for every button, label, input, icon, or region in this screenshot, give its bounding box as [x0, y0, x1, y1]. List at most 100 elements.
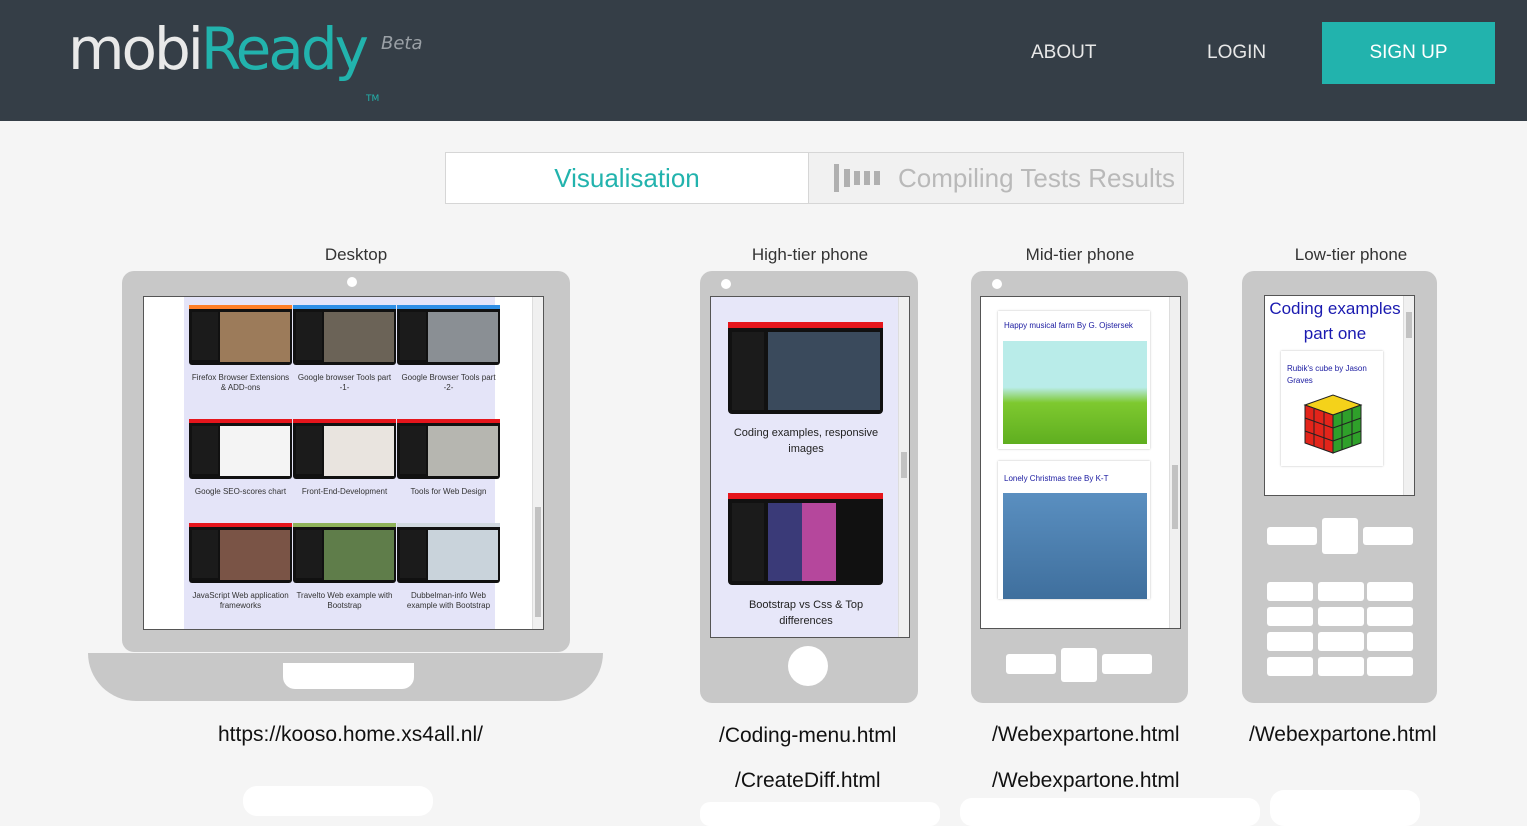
thumbnail-image — [293, 419, 396, 479]
desktop-thumbnail-card[interactable]: Firefox Browser Extensions & ADD-ons — [189, 305, 292, 395]
brand-logo[interactable]: mobiReady TM — [68, 14, 379, 104]
thumbnail-topbar — [189, 419, 292, 423]
desktop-thumbnail-card[interactable]: Front-End-Development — [293, 419, 396, 509]
desktop-preview-scrollbar[interactable] — [532, 297, 543, 629]
laptop-camera — [347, 277, 357, 287]
thumb-col-a — [768, 503, 802, 581]
thumb-menu — [732, 332, 764, 410]
scrollbar-thumb[interactable] — [535, 507, 541, 617]
thumb-topbar — [728, 322, 883, 328]
keypad-key — [1367, 632, 1413, 651]
thumbnail-picture — [428, 530, 498, 580]
high-tier-label: High-tier phone — [751, 245, 869, 264]
keypad-key — [1367, 607, 1413, 626]
scribble-mark — [700, 802, 940, 826]
tab-compiling-label: Compiling Tests Results — [898, 163, 1175, 193]
low-preview-scrollbar[interactable] — [1403, 296, 1414, 495]
thumbnail-picture — [324, 426, 394, 476]
tab-visualisation[interactable]: Visualisation — [446, 153, 809, 203]
thumbnail-menu — [192, 312, 218, 360]
mid-tier-label: Mid-tier phone — [1025, 245, 1135, 264]
desktop-thumbnail-card[interactable]: Travelto Web example with Bootstrap — [293, 523, 396, 613]
trademark-mark: TM — [366, 94, 380, 104]
desktop-label: Desktop — [324, 245, 388, 264]
mid-tier-preview-screen[interactable]: Happy musical farm By G. Ojstersek Lonel… — [980, 296, 1181, 629]
rubiks-cube-card[interactable]: Rubik's cube by Jason Graves — [1281, 351, 1383, 466]
thumbnail-caption: Dubbelman-info Web example with Bootstra… — [406, 591, 491, 610]
thumbnail-picture — [220, 530, 290, 580]
laptop-notch — [283, 663, 414, 689]
mid-phone-soft-key-left — [1006, 654, 1056, 674]
high-card-caption-1: Coding examples, responsive images — [733, 427, 879, 455]
desktop-thumbnail-card[interactable]: Google browser Tools part -1- — [293, 305, 396, 395]
keypad-key — [1267, 632, 1313, 651]
low-phone-soft-key-right — [1363, 527, 1413, 545]
nav-about-link[interactable]: ABOUT — [1031, 42, 1096, 64]
thumbnail-topbar — [189, 305, 292, 309]
keypad-key — [1367, 582, 1413, 601]
thumbnail-topbar — [189, 523, 292, 527]
coding-examples-thumbnail[interactable] — [728, 322, 883, 414]
thumbnail-caption: Firefox Browser Extensions & ADD-ons — [191, 373, 290, 392]
scrollbar-thumb[interactable] — [901, 452, 907, 478]
thumbnail-picture — [428, 426, 498, 476]
thumbnail-image — [397, 419, 500, 479]
thumbnail-topbar — [293, 419, 396, 423]
mid-card-title-1: Happy musical farm By G. Ojstersek — [1004, 321, 1133, 330]
rubiks-cube-image — [1303, 394, 1363, 454]
desktop-thumbnail-card[interactable]: Google SEO-scores chart — [189, 419, 292, 509]
thumbnail-menu — [296, 530, 322, 578]
keypad-key — [1318, 607, 1364, 626]
scribble-mark — [243, 786, 433, 816]
thumbnail-caption: Google Browser Tools part -2- — [401, 373, 496, 392]
musical-farm-image — [1003, 341, 1147, 444]
thumbnail-caption: Google SEO-scores chart — [194, 487, 287, 496]
thumbnail-menu — [192, 426, 218, 474]
thumbnail-menu — [296, 312, 322, 360]
thumbnail-picture — [220, 426, 290, 476]
thumbnail-image — [397, 305, 500, 365]
high-preview-scrollbar[interactable] — [898, 297, 909, 637]
low-tier-preview-screen[interactable]: Coding examples part one Rubik's cube by… — [1264, 295, 1415, 496]
thumb-menu — [732, 503, 764, 581]
bootstrap-vs-css-thumbnail[interactable] — [728, 493, 883, 585]
mid-phone-camera — [992, 279, 1002, 289]
nav-login-link[interactable]: LOGIN — [1207, 42, 1266, 64]
thumbnail-topbar — [397, 305, 500, 309]
high-phone-camera — [721, 279, 731, 289]
desktop-thumbnail-card[interactable]: Google Browser Tools part -2- — [397, 305, 500, 395]
desktop-thumbnail-card[interactable]: Tools for Web Design — [397, 419, 500, 509]
high-tier-preview-screen[interactable]: Coding examples, responsive images Boots… — [710, 296, 910, 638]
thumbnail-menu — [400, 530, 426, 578]
keypad-key — [1367, 657, 1413, 676]
keypad-key — [1318, 582, 1364, 601]
low-card-title: Rubik's cube by Jason Graves — [1287, 364, 1367, 385]
thumbnail-image — [189, 523, 292, 583]
high-tier-url-1: /Coding-menu.html — [719, 724, 897, 747]
desktop-thumbnail-card[interactable]: JavaScript Web application frameworks — [189, 523, 292, 613]
thumbnail-caption: Front-End-Development — [301, 487, 388, 496]
keypad-key — [1267, 582, 1313, 601]
scrollbar-thumb[interactable] — [1406, 312, 1412, 338]
thumbnail-picture — [324, 530, 394, 580]
mid-preview-scrollbar[interactable] — [1169, 297, 1180, 628]
brand-name-part2: Ready — [200, 15, 369, 83]
scrollbar-thumb[interactable] — [1172, 465, 1178, 529]
thumbnail-caption: Tools for Web Design — [410, 487, 487, 496]
low-tier-label: Low-tier phone — [1294, 245, 1408, 264]
christmas-tree-card[interactable]: Lonely Christmas tree By K-T — [998, 461, 1150, 599]
thumbnail-caption: Travelto Web example with Bootstrap — [296, 591, 393, 610]
desktop-preview-screen[interactable]: Firefox Browser Extensions & ADD-ons Goog… — [143, 296, 544, 630]
musical-farm-card[interactable]: Happy musical farm By G. Ojstersek — [998, 311, 1150, 449]
thumbnail-topbar — [293, 523, 396, 527]
desktop-thumbnail-card[interactable]: Dubbelman-info Web example with Bootstra… — [397, 523, 500, 613]
thumbnail-menu — [400, 312, 426, 360]
signup-button[interactable]: SIGN UP — [1322, 22, 1495, 84]
mid-phone-soft-key-right — [1102, 654, 1152, 674]
keypad-key — [1318, 632, 1364, 651]
mid-card-title-2: Lonely Christmas tree By K-T — [1004, 474, 1109, 483]
brand-name-part1: mobi — [68, 15, 204, 83]
low-tier-url: /Webexpartone.html — [1249, 723, 1437, 746]
thumb-col-b — [802, 503, 836, 581]
tab-compiling-tests-results[interactable]: Compiling Tests Results — [809, 153, 1183, 203]
